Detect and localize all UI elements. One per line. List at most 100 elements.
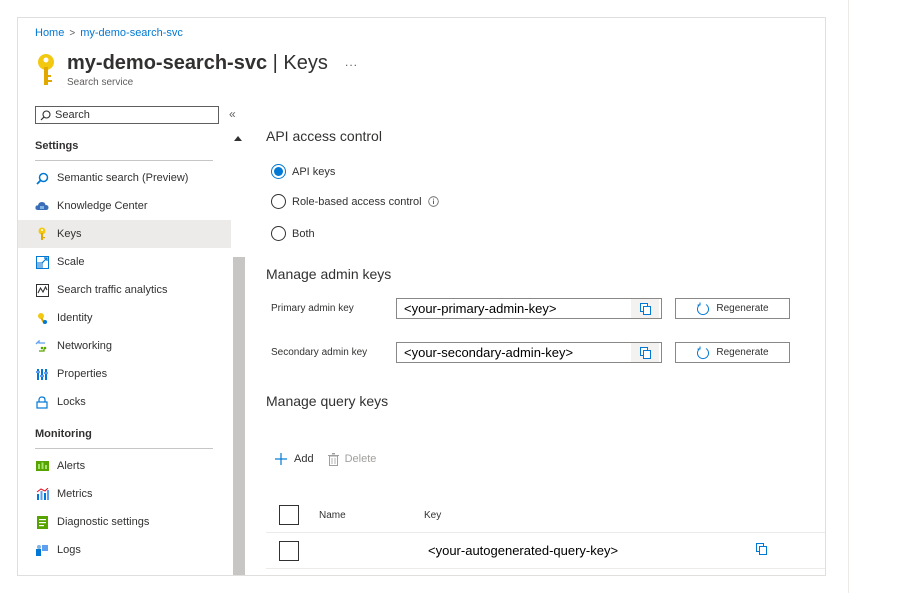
radio-label: Role-based access control [292,195,422,208]
sidebar-item-label: Properties [57,368,108,380]
query-key-value[interactable]: <your-autogenerated-query-key> [428,543,618,558]
plus-icon [275,453,287,465]
sidebar-scrollbar[interactable] [231,132,245,575]
secondary-key-field[interactable]: <your-secondary-admin-key> [396,342,662,363]
primary-key-value[interactable]: <your-primary-admin-key> [397,301,631,316]
secondary-key-label: Secondary admin key [271,347,368,358]
identity-key-icon [35,311,49,325]
sidebar-item-label: Logs [57,544,81,556]
sidebar-item-locks[interactable]: Locks [18,388,231,416]
radio-button[interactable] [271,164,286,179]
row-checkbox[interactable] [279,540,299,561]
sidebar-item-diagnostic-settings[interactable]: Diagnostic settings [18,508,231,536]
sidebar-item-logs[interactable]: Logs [18,536,231,564]
resource-name: my-demo-search-svc [67,52,268,74]
query-keys-toolbar: Add Delete [274,452,390,466]
sidebar-item-label: Diagnostic settings [57,516,150,528]
sidebar-item-networking[interactable]: Networking [18,332,231,360]
radio-both[interactable]: Both [271,226,315,241]
logs-icon [35,543,49,557]
api-access-heading: API access control [266,128,382,144]
sidebar-item-label: Metrics [57,488,93,500]
sidebar-item-label: Identity [57,312,93,324]
sidebar-item-label: Keys [57,228,82,240]
main-content: API access control API keys Role-based a… [266,126,825,575]
networking-icon [35,339,49,353]
metrics-icon [35,487,49,501]
column-header-name[interactable]: Name [319,510,346,521]
primary-key-field[interactable]: <your-primary-admin-key> [396,298,662,319]
sidebar-item-metrics[interactable]: Metrics [18,480,231,508]
breadcrumb-home[interactable]: Home [35,27,64,39]
sidebar-item-identity[interactable]: Identity [18,304,231,332]
regenerate-label: Regenerate [716,347,769,358]
sidebar-item-alerts[interactable]: Alerts [18,452,231,480]
query-keys-table-header: Name Key [266,500,825,530]
primary-key-label: Primary admin key [271,303,354,314]
breadcrumb-separator: > [69,27,76,39]
refresh-icon [697,346,710,359]
sidebar-item-label: Search traffic analytics [57,284,168,296]
copy-icon [756,542,767,555]
magnifier-icon [35,171,49,185]
scroll-up-arrow[interactable] [234,136,242,141]
copy-secondary-key-button[interactable] [631,343,659,362]
radio-label: Both [292,227,315,240]
more-options-button[interactable]: ... [345,55,358,69]
collapse-sidebar-button[interactable]: « [229,107,236,121]
breadcrumb-resource[interactable]: my-demo-search-svc [80,27,183,39]
title-separator: | [272,52,278,74]
right-divider [848,0,849,593]
alerts-icon [35,459,49,473]
sidebar-search[interactable] [35,106,219,124]
table-row[interactable]: <your-autogenerated-query-key> [266,532,825,569]
section-divider [35,448,213,449]
radio-button[interactable] [271,194,286,209]
scroll-thumb[interactable] [233,257,245,575]
delete-query-key-button[interactable]: Delete [327,452,377,466]
search-input[interactable] [55,109,215,121]
copy-icon [639,346,651,359]
search-icon [40,109,51,120]
add-label: Add [294,453,314,465]
sidebar-item-keys[interactable]: Keys [18,220,231,248]
sidebar-item-properties[interactable]: Properties [18,360,231,388]
sidebar-item-semantic-search[interactable]: Semantic search (Preview) [18,164,231,192]
regenerate-secondary-button[interactable]: Regenerate [675,342,790,363]
radio-label: API keys [292,165,336,178]
key-icon [38,54,54,85]
keys-panel: Home > my-demo-search-svc my-demo-search… [17,17,826,576]
properties-icon [35,367,49,381]
delete-label: Delete [344,453,377,465]
page-subtitle: Search service [67,77,134,88]
radio-button[interactable] [271,226,286,241]
sidebar-item-scale[interactable]: Scale [18,248,231,276]
key-icon [35,227,49,241]
sidebar-item-label: Networking [57,340,113,352]
sidebar: Settings Semantic search (Preview) Knowl… [18,132,231,575]
info-icon[interactable] [427,196,439,207]
breadcrumb: Home > my-demo-search-svc [35,27,183,39]
trash-icon [327,452,339,466]
query-keys-heading: Manage query keys [266,393,389,409]
copy-query-key-button[interactable] [756,542,767,560]
add-query-key-button[interactable]: Add [274,452,314,466]
diagnostic-icon [35,515,49,529]
regenerate-primary-button[interactable]: Regenerate [675,298,790,319]
secondary-key-value[interactable]: <your-secondary-admin-key> [397,345,631,360]
page-header: my-demo-search-svc | Keys Search service [35,51,328,88]
analytics-icon [35,283,49,297]
lock-icon [35,395,49,409]
copy-primary-key-button[interactable] [631,299,659,318]
sidebar-item-knowledge-center[interactable]: Knowledge Center [18,192,231,220]
cloud-icon [35,199,49,213]
sidebar-item-label: Knowledge Center [57,200,148,212]
sidebar-item-label: Semantic search (Preview) [57,172,189,184]
copy-icon [639,302,651,315]
sidebar-item-search-traffic-analytics[interactable]: Search traffic analytics [18,276,231,304]
column-header-key[interactable]: Key [424,510,441,521]
section-divider [35,160,213,161]
select-all-checkbox[interactable] [279,505,299,525]
radio-role-based-access[interactable]: Role-based access control [271,194,439,209]
radio-api-keys[interactable]: API keys [271,164,335,179]
